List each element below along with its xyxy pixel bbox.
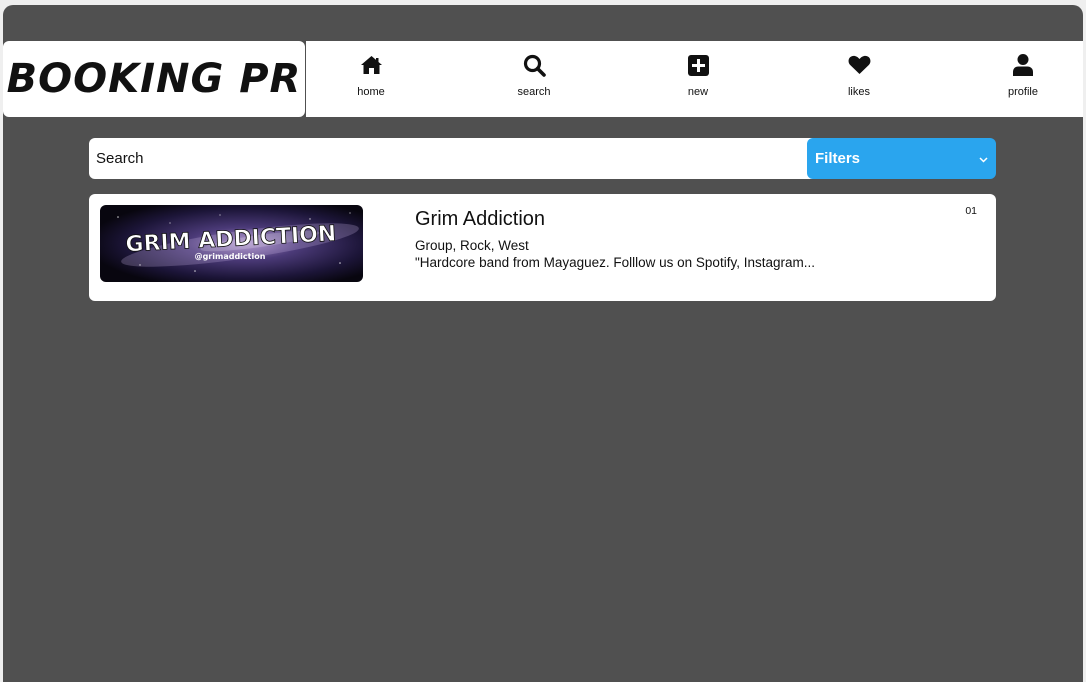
nav-label-search: search <box>517 86 551 98</box>
heart-icon <box>847 53 871 77</box>
nav-item-profile[interactable]: profile <box>983 41 1063 117</box>
filters-label: Filters <box>815 150 861 167</box>
filters-dropdown[interactable]: Filters <box>807 138 996 179</box>
search-input[interactable] <box>89 138 819 179</box>
nav-label-new: new <box>687 86 709 98</box>
nav-label-home: home <box>357 86 385 98</box>
plus-square-icon <box>686 53 710 77</box>
home-icon <box>359 53 383 77</box>
result-index: 01 <box>965 205 977 217</box>
chevron-down-icon <box>979 150 988 168</box>
nav-item-home[interactable]: home <box>331 41 411 117</box>
banner-subtitle-text: @grimaddiction <box>195 252 266 261</box>
nav-label-likes: likes <box>847 86 870 98</box>
logo[interactable]: BOOKING PR <box>3 41 305 117</box>
app-window: BOOKING PR home search new likes profile… <box>3 5 1083 682</box>
result-title: Grim Addiction <box>415 208 546 230</box>
user-icon <box>1011 53 1035 77</box>
nav-label-profile: profile <box>1008 86 1038 98</box>
nav-item-search[interactable]: search <box>494 41 574 117</box>
result-card[interactable]: GRIM ADDICTION @grimaddiction Grim Addic… <box>89 194 996 301</box>
result-tags: Group, Rock, West <box>415 238 529 253</box>
result-description: "Hardcore band from Mayaguez. Folllow us… <box>415 255 815 270</box>
top-navbar: home search new likes profile <box>306 41 1083 117</box>
search-bar: Filters <box>89 138 996 179</box>
band-banner-image: GRIM ADDICTION @grimaddiction <box>100 205 363 282</box>
nav-item-new[interactable]: new <box>658 41 738 117</box>
search-icon <box>522 53 546 77</box>
nav-item-likes[interactable]: likes <box>819 41 899 117</box>
logo-text: BOOKING PR <box>6 56 302 102</box>
